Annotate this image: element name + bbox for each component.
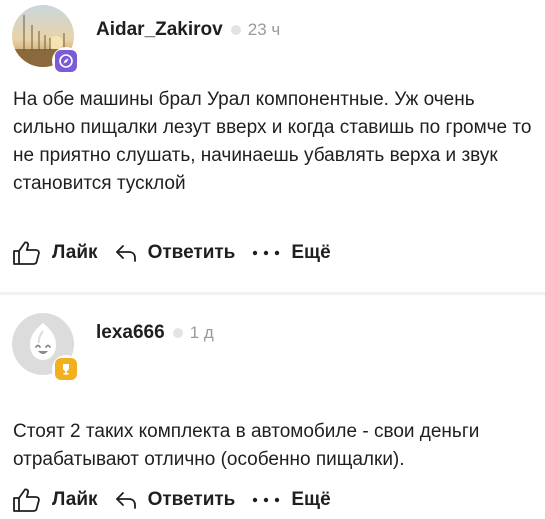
separator-dot bbox=[172, 328, 183, 338]
comment-header: Aidar_Zakirov 23 ч bbox=[96, 19, 280, 41]
thumbs-up-icon bbox=[13, 241, 40, 265]
like-label: Лайк bbox=[52, 242, 98, 263]
more-button[interactable]: Ещё bbox=[251, 242, 331, 264]
reply-arrow-icon bbox=[115, 245, 136, 262]
user-badge bbox=[52, 355, 80, 383]
more-button[interactable]: Ещё bbox=[251, 489, 331, 511]
reply-arrow-icon bbox=[115, 492, 136, 509]
comment-actions: Лайк Ответить Ещё bbox=[12, 240, 347, 266]
compass-icon bbox=[55, 50, 77, 72]
thumbs-up-icon bbox=[13, 488, 40, 512]
separator-dot bbox=[230, 25, 241, 35]
comment: Стоят 2 таких комплекта в автомобиле - с… bbox=[0, 298, 545, 519]
more-label: Ещё bbox=[291, 489, 331, 510]
like-button[interactable]: Лайк bbox=[12, 487, 98, 513]
comment: Aidar_Zakirov 23 ч На обе машины брал Ур… bbox=[0, 0, 545, 290]
comment-divider bbox=[0, 292, 545, 295]
reply-label: Ответить bbox=[147, 489, 236, 510]
like-label: Лайк bbox=[52, 489, 98, 510]
comment-text: Стоят 2 таких комплекта в автомобиле - с… bbox=[13, 421, 480, 470]
username[interactable]: Aidar_Zakirov bbox=[96, 19, 223, 41]
reply-button[interactable]: Ответить bbox=[114, 489, 236, 511]
more-dots-icon bbox=[253, 250, 280, 256]
reply-button[interactable]: Ответить bbox=[114, 242, 236, 264]
user-badge bbox=[52, 47, 80, 75]
like-button[interactable]: Лайк bbox=[12, 240, 98, 266]
reply-label: Ответить bbox=[147, 242, 236, 263]
username[interactable]: lexa666 bbox=[96, 322, 165, 344]
avatar[interactable] bbox=[12, 5, 80, 75]
timestamp: 23 ч bbox=[247, 20, 281, 39]
comment-header: lexa666 1 д bbox=[96, 322, 214, 344]
comment-text: На обе машины брал Урал компонентные. Уж… bbox=[13, 89, 532, 194]
comment-actions: Лайк Ответить Ещё bbox=[12, 487, 347, 513]
more-dots-icon bbox=[253, 497, 280, 503]
timestamp: 1 д bbox=[189, 323, 214, 342]
trophy-icon bbox=[55, 358, 77, 380]
more-label: Ещё bbox=[291, 242, 331, 263]
avatar[interactable] bbox=[12, 313, 80, 383]
